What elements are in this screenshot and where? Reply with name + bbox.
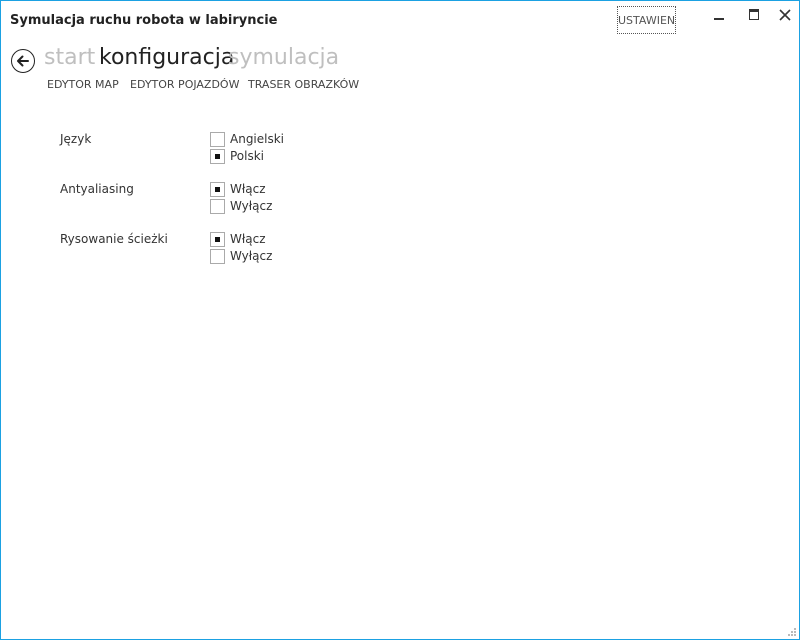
settings-button[interactable]: USTAWIENIA xyxy=(617,6,676,34)
antialiasing-on-checkbox[interactable] xyxy=(210,182,225,197)
nav-symulacja[interactable]: symulacja xyxy=(228,45,339,70)
path-drawing-off-checkbox[interactable] xyxy=(210,249,225,264)
nav-konfiguracja[interactable]: konfiguracja xyxy=(99,45,234,70)
window-title: Symulacja ruchu robota w labiryncie xyxy=(10,13,278,28)
maximize-button[interactable] xyxy=(742,5,766,25)
maximize-icon xyxy=(749,9,759,20)
subnav-image-tracer[interactable]: TRASER OBRAZKÓW xyxy=(248,78,359,91)
subnav-vehicle-editor[interactable]: EDYTOR POJAZDÓW xyxy=(130,78,239,91)
language-english-checkbox[interactable] xyxy=(210,132,225,147)
app-window: Symulacja ruchu robota w labiryncie USTA… xyxy=(0,0,800,640)
option-label: Wyłącz xyxy=(230,199,273,213)
resize-grip-icon[interactable] xyxy=(787,627,797,637)
language-polish-checkbox[interactable] xyxy=(210,149,225,164)
nav-start[interactable]: start xyxy=(44,45,95,70)
option-label: Wyłącz xyxy=(230,249,273,263)
path-drawing-label: Rysowanie ścieżki xyxy=(60,232,168,246)
option-label: Włącz xyxy=(230,182,266,196)
title-bar[interactable]: Symulacja ruchu robota w labiryncie USTA… xyxy=(1,1,799,41)
antialiasing-off-checkbox[interactable] xyxy=(210,199,225,214)
language-label: Język xyxy=(60,132,92,146)
subnav-map-editor[interactable]: EDYTOR MAP xyxy=(47,78,119,91)
close-button[interactable] xyxy=(773,5,797,25)
path-drawing-on-checkbox[interactable] xyxy=(210,232,225,247)
back-button[interactable] xyxy=(11,49,35,73)
antialiasing-label: Antyaliasing xyxy=(60,182,134,196)
option-label: Włącz xyxy=(230,232,266,246)
close-icon xyxy=(779,9,791,21)
option-label: Polski xyxy=(230,149,265,163)
minimize-icon xyxy=(714,18,724,20)
arrow-left-icon xyxy=(17,55,29,67)
minimize-button[interactable] xyxy=(707,5,731,25)
option-label: Angielski xyxy=(230,132,285,146)
